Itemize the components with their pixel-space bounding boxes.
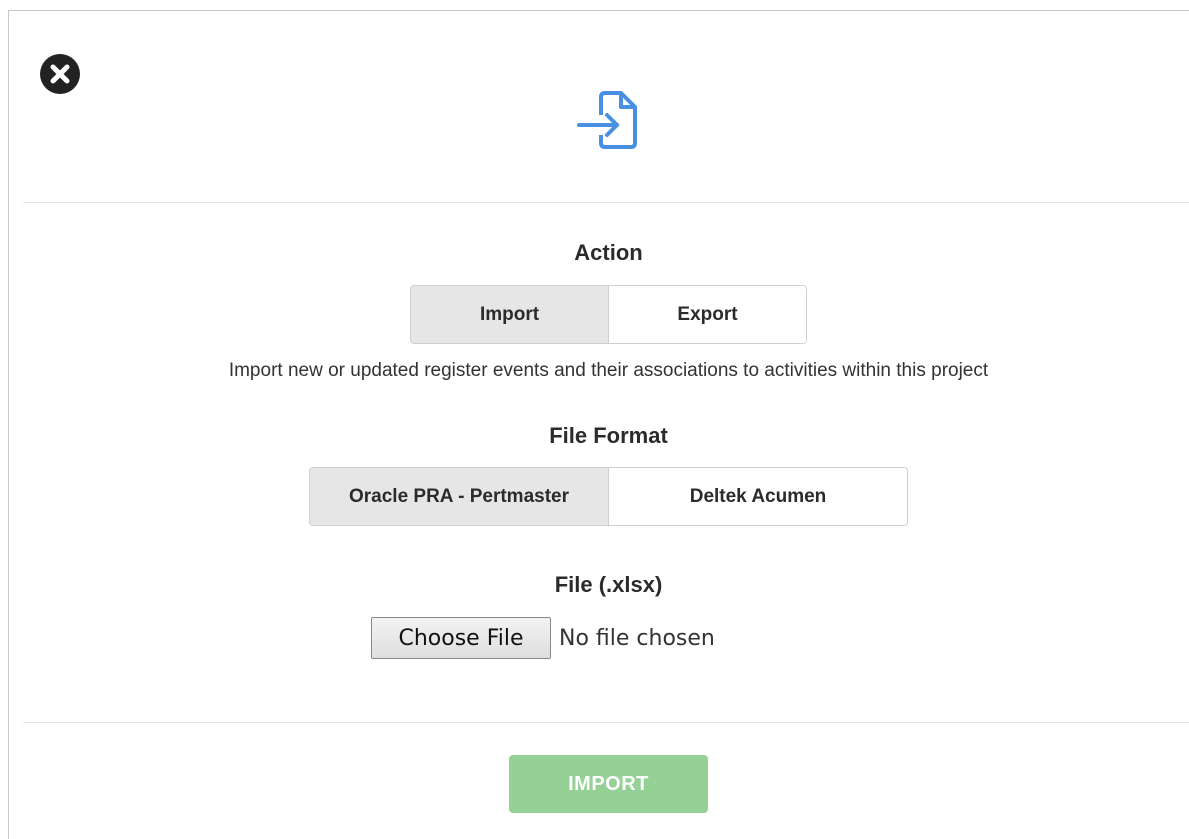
footer-divider (23, 722, 1189, 723)
choose-file-button[interactable]: Choose File (371, 617, 551, 659)
import-button[interactable]: IMPORT (509, 755, 708, 813)
file-input: Choose File No file chosen (371, 617, 715, 659)
close-icon[interactable] (40, 54, 80, 94)
file-import-icon (577, 89, 641, 153)
import-export-dialog: Action Import Export Import new or updat… (8, 10, 1189, 839)
action-export-option[interactable]: Export (608, 286, 806, 343)
file-title: File (.xlsx) (554, 572, 663, 597)
action-import-option[interactable]: Import (411, 286, 608, 343)
header-divider (23, 202, 1189, 203)
format-deltek-acumen-option[interactable]: Deltek Acumen (608, 468, 907, 525)
format-oracle-pra-option[interactable]: Oracle PRA - Pertmaster (310, 468, 608, 525)
action-title: Action (574, 240, 643, 265)
action-toggle: Import Export (410, 285, 807, 344)
action-description: Import new or updated register events an… (228, 360, 989, 381)
file-format-toggle: Oracle PRA - Pertmaster Deltek Acumen (309, 467, 908, 526)
file-format-title: File Format (549, 423, 668, 448)
file-status: No file chosen (559, 625, 715, 651)
